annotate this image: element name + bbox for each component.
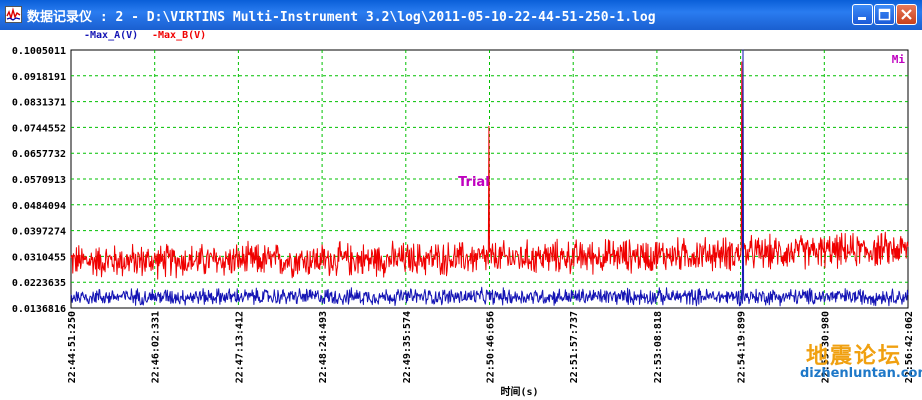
chart-area: -Max_A(V) -Max_B(V) 0.1005011 0.0918191 0.… [0,30,922,400]
y-tick-label: 0.0570913 [12,175,66,186]
y-tick-label: 0.1005011 [12,46,66,57]
y-tick-label: 0.0397274 [12,227,66,238]
line-chart: 0.1005011 0.0918191 0.0831371 0.0744552 0.06… [12,46,915,398]
annotation-trial: Trial [458,175,490,190]
y-tick-label: 0.0744552 [12,123,66,134]
x-tick-label: 22:51:57:737 [569,311,580,383]
maximize-button[interactable] [874,4,895,25]
x-tick-label: 22:48:24:493 [318,311,329,383]
minimize-button[interactable] [852,4,873,25]
x-tick-label: 22:44:51:250 [67,311,78,383]
y-tick-label: 0.0310455 [12,252,66,263]
window-title: 数据记录仪 : 2 - D:\VIRTINS Multi-Instrument … [27,10,656,25]
x-tick-label: 22:54:19:899 [737,311,748,383]
maximize-icon [878,8,891,21]
x-tick-label: 22:47:13:412 [234,311,245,383]
close-icon [901,9,912,20]
y-tick-label: 0.0831371 [12,98,66,109]
title-bar: 数据记录仪 : 2 - D:\VIRTINS Multi-Instrument … [0,0,922,30]
y-tick-label: 0.0918191 [12,72,66,83]
app-icon [5,6,22,23]
x-tick-label: 22:49:35:574 [402,311,413,383]
watermark-url: dizhenluntan.com [800,366,922,381]
y-tick-label: 0.0223635 [12,278,66,289]
y-tick-label: 0.0136816 [12,304,66,315]
x-axis-label: 时间(s) [500,385,538,398]
y-tick-label: 0.0484094 [12,201,66,212]
y-tick-label: 0.0657732 [12,149,66,160]
x-tick-label: 22:53:08:818 [653,311,664,383]
close-button[interactable] [896,4,917,25]
x-tick-label: 22:46:02:331 [151,311,162,383]
minimize-icon [858,17,866,20]
annotation-mi: Mi [892,53,906,66]
x-tick-label: 22:50:46:656 [486,311,497,383]
